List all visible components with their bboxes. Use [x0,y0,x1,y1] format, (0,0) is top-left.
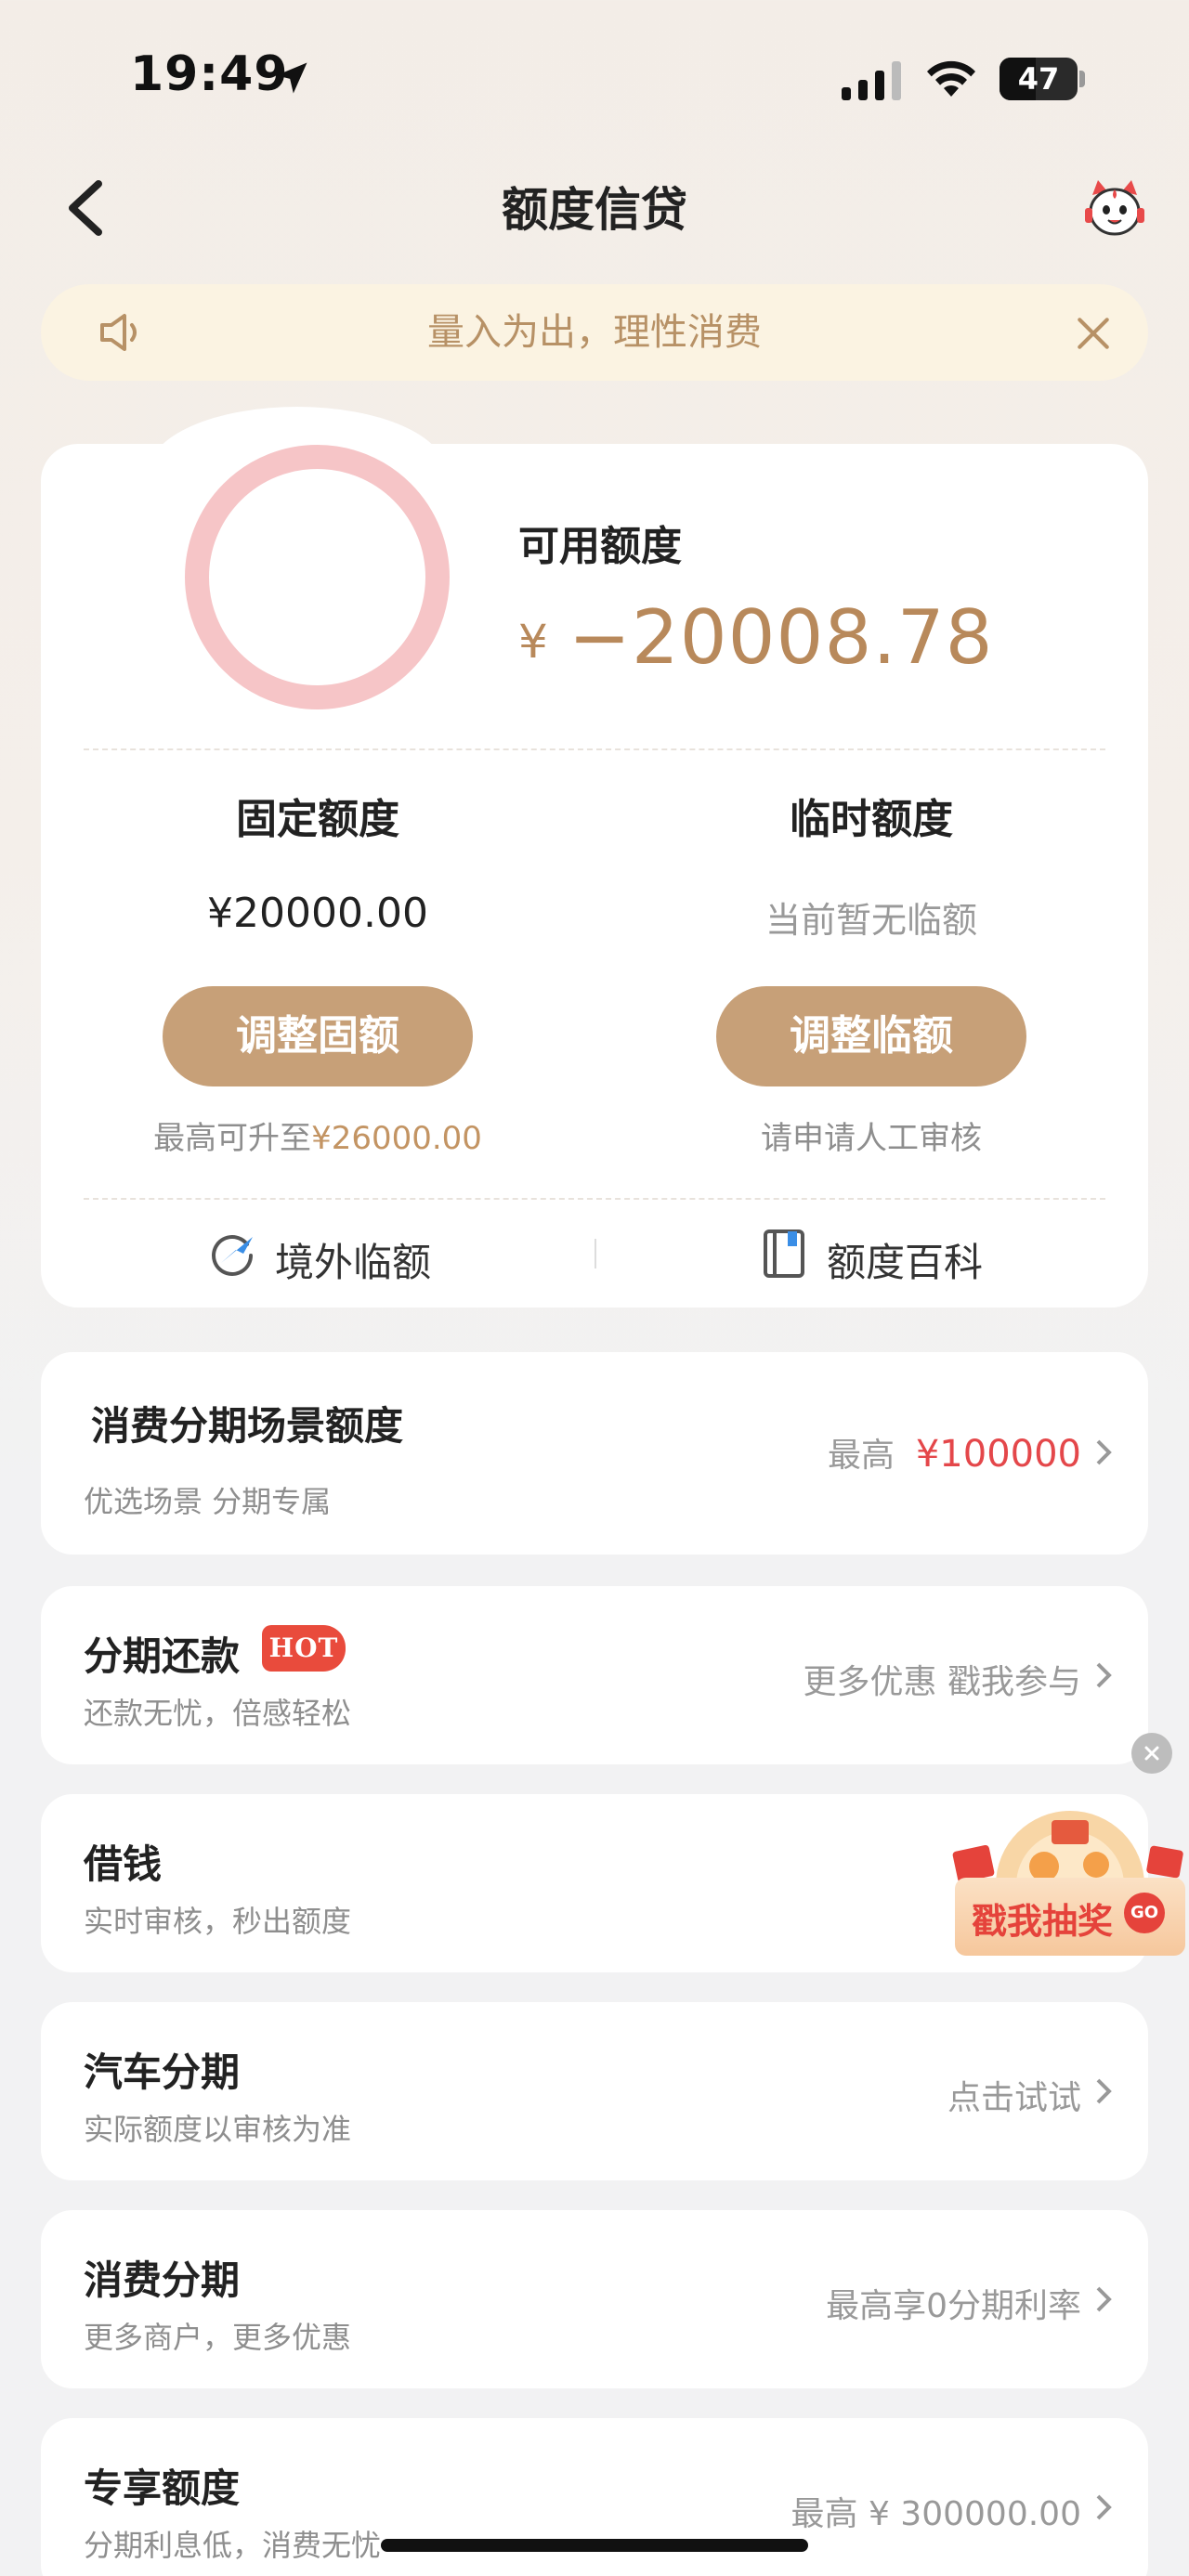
temp-credit-value: 当前暂无临额 [764,900,977,941]
right-value: ¥100000 [915,1433,1081,1476]
available-credit-value: −20008.78 [568,594,994,681]
list-item-subtitle: 分期利息低，消费无忧 [84,2528,382,2563]
list-item-scene-credit[interactable]: 消费分期场景额度 优选场景 分期专属 最高 ¥100000 [41,1352,1148,1555]
list-item-title: 分期还款 [84,1633,241,1679]
home-indicator [381,2539,808,2552]
currency-symbol: ¥ [518,615,548,669]
list-item-exclusive-credit[interactable]: 专享额度 分期利息低，消费无忧 最高 ¥ 300000.00 [41,2418,1148,2576]
fixed-note-prefix: 最高可升至 [153,1120,312,1157]
fixed-credit-value: ¥20000.00 [207,890,428,937]
overseas-temp-credit-link[interactable]: 境外临额 [275,1231,431,1288]
battery-icon: 47 [1000,58,1078,100]
chevron-right-icon [1096,1662,1112,1688]
book-icon [764,1229,804,1278]
list-item-right: 更多优惠 戳我参与 [803,1663,1081,1701]
list-item-subtitle: 实时审核，秒出额度 [84,1904,352,1939]
hot-badge: HOT [262,1625,346,1672]
close-icon [1144,1746,1159,1761]
status-time: 19:49 [130,46,289,102]
list-item-installment-repay[interactable]: 分期还款 HOT 还款无忧，倍感轻松 更多优惠 戳我参与 [41,1586,1148,1764]
right-prefix: 最高 [827,1437,895,1475]
signal-icon [842,61,901,100]
list-item-right: 点击试试 [947,2079,1081,2117]
chevron-right-icon [1096,1439,1112,1465]
credit-wiki-link[interactable]: 额度百科 [827,1231,983,1288]
status-bar: 19:49 47 [0,0,1189,158]
temp-credit-note: 请申请人工审核 [761,1120,982,1157]
battery-tip [1079,71,1085,87]
list-item-title: 汽车分期 [84,2049,241,2095]
available-credit-label: 可用额度 [518,523,682,570]
list-item-subtitle: 实际额度以审核为准 [84,2112,352,2147]
divider [84,748,1105,750]
promo-close-button[interactable] [1131,1733,1172,1774]
location-arrow-icon [276,62,307,94]
list-item-right: 最高 ¥ 300000.00 [790,2495,1081,2533]
chevron-right-icon [1096,2078,1112,2104]
lucky-draw-text: 戳我抽奖 [972,1901,1114,1942]
notice-banner: 量入为出，理性消费 [41,284,1148,381]
list-item-subtitle: 优选场景 分期专属 [84,1484,332,1519]
credit-usage-ring [185,445,450,709]
globe-plane-icon [212,1235,253,1276]
divider [84,1198,1105,1200]
chevron-right-icon [1096,2494,1112,2520]
list-item-subtitle: 还款无忧，倍感轻松 [84,1696,352,1731]
chevron-right-icon [1096,2286,1112,2312]
fixed-credit-note: 最高可升至¥26000.00 [85,1112,550,1158]
list-item-right: 最高 ¥100000 [828,1428,1081,1477]
page-title: 额度信贷 [502,183,687,237]
list-item-title: 专享额度 [84,2465,241,2511]
list-item-title: 借钱 [84,1841,163,1887]
fixed-credit-title: 固定额度 [236,796,399,843]
close-icon[interactable] [1074,314,1113,353]
temp-credit-title: 临时额度 [790,796,953,843]
list-item-right: 最高享0分期利率 [826,2287,1081,2325]
notice-text: 量入为出，理性消费 [427,311,762,354]
battery-level: 47 [1017,61,1060,97]
link-divider [594,1239,596,1268]
go-badge: GO [1124,1893,1165,1933]
list-item-subtitle: 更多商户，更多优惠 [84,2320,352,2355]
wifi-icon [927,60,975,97]
mascot-service-icon[interactable] [1078,176,1152,241]
list-item-title: 消费分期场景额度 [91,1403,404,1449]
available-credit-amount: ¥ −20008.78 [518,594,994,681]
list-item-consumer-installment[interactable]: 消费分期 更多商户，更多优惠 最高享0分期利率 [41,2210,1148,2388]
adjust-fixed-button[interactable]: 调整固额 [163,986,473,1086]
adjust-temp-button[interactable]: 调整临额 [716,986,1026,1086]
list-item-car-installment[interactable]: 汽车分期 实际额度以审核为准 点击试试 [41,2002,1148,2180]
list-item-title: 消费分期 [84,2257,241,2303]
fixed-note-amount: ¥26000.00 [311,1120,482,1157]
